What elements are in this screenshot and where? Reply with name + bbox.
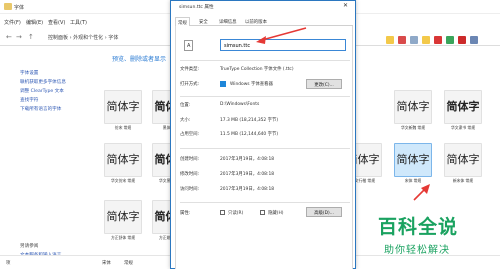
sidebar-item-get-font-info[interactable]: 联机获取更多字体信息 [20, 79, 66, 85]
tab-details[interactable]: 详细信息 [219, 19, 237, 25]
close-red-icon[interactable] [458, 36, 466, 44]
sidebar-item-download-fonts[interactable]: 下载所有语言的字体 [20, 106, 61, 112]
check-icon[interactable] [446, 36, 454, 44]
font-tile[interactable]: 简体字 华文新魏 常规 [394, 90, 432, 132]
font-sample: 简体字 [106, 100, 140, 113]
label-opens-with: 打开方式: [180, 82, 200, 87]
font-caption: 华文仿宋 常规 [111, 178, 135, 183]
font-tile[interactable]: 简体字 新宋体 常规 [444, 143, 482, 185]
divider [180, 96, 350, 97]
watermark-title: 百科全说 [378, 216, 459, 238]
font-sample: 简体字 [106, 153, 140, 166]
font-caption: 宋体 常规 [404, 178, 422, 183]
up-arrow-icon[interactable]: ↑ [28, 33, 34, 41]
label-accessed: 访问时间: [180, 187, 200, 192]
font-file-icon [184, 40, 193, 51]
label-size-on-disk: 占用空间: [180, 132, 200, 137]
advanced-button[interactable]: 高级(D)... [306, 207, 342, 217]
delete-icon[interactable] [434, 36, 442, 44]
paste-icon[interactable] [422, 36, 430, 44]
readonly-checkbox[interactable] [220, 210, 225, 215]
value-location: D:\Windows\Fonts [220, 102, 260, 107]
font-tile[interactable]: 简体字 仿宋 常规 [104, 90, 142, 132]
font-tile[interactable]: 简体字 方正舒体 常规 [104, 200, 142, 242]
font-caption: 华文隶书 常规 [451, 125, 475, 130]
font-sample: 简体字 [396, 100, 430, 113]
status-count: 项 [6, 261, 11, 266]
explorer-title: 字体 [14, 5, 25, 11]
value-accessed: 2017年3月19日，4:08:18 [220, 187, 275, 192]
menu-view[interactable]: 查看(V) [48, 19, 65, 26]
forward-arrow-icon[interactable]: → [16, 33, 22, 41]
divider [180, 60, 350, 61]
folder-icon [4, 3, 12, 10]
label-file-type: 文件类型: [180, 67, 200, 72]
menu-tools[interactable]: 工具(T) [70, 19, 87, 26]
change-button[interactable]: 更改(C)... [306, 79, 342, 89]
readonly-label: 只读(R) [228, 211, 244, 216]
windows-icon [220, 81, 226, 87]
font-sample: 简体字 [106, 210, 140, 223]
sidebar-item-cleartype[interactable]: 调整 ClearType 文本 [20, 88, 64, 94]
dialog-title: simsun.ttc 属性 [179, 5, 214, 10]
font-tile-selected[interactable]: 简体字 宋体 常规 [394, 143, 432, 185]
breadcrumb[interactable]: 控制面板 › 外观和个性化 › 字体 [48, 34, 118, 41]
label-modified: 修改时间: [180, 172, 200, 177]
font-tile[interactable]: 简体字 华文隶书 常规 [444, 90, 482, 132]
divider [180, 202, 350, 203]
status-font-style: 常规 [124, 261, 133, 266]
tab-previous-versions[interactable]: 以前的版本 [245, 19, 267, 25]
font-sample: 简体字 [396, 153, 430, 166]
sidebar-item-find-character[interactable]: 查找字符 [20, 97, 38, 103]
value-size-on-disk: 11.5 MB (12,144,640 字节) [220, 132, 279, 137]
label-created: 创建时间: [180, 157, 200, 162]
font-sample: 简体字 [446, 100, 480, 113]
label-location: 位置: [180, 103, 191, 108]
value-created: 2017年3月19日，4:08:18 [220, 157, 275, 162]
dialog-tabs: 常规 安全 详细信息 以前的版本 [175, 17, 353, 27]
font-tile[interactable]: 简体字 华文仿宋 常规 [104, 143, 142, 185]
cut-icon[interactable] [398, 36, 406, 44]
value-opens-with: Windows 字体查看器 [230, 82, 273, 87]
value-size: 17.3 MB (18,214,352 字节) [220, 118, 279, 123]
copy-icon[interactable] [410, 36, 418, 44]
status-font-name: 宋体 [102, 261, 111, 266]
back-arrow-icon[interactable]: ← [6, 33, 12, 41]
page-heading: 预览、删除或者显示 [112, 56, 167, 63]
font-caption: 仿宋 常规 [114, 125, 132, 130]
tab-security[interactable]: 安全 [199, 19, 208, 25]
dialog-body: simsun.ttc 文件类型: TrueType Collection 字体文… [175, 26, 353, 269]
hidden-label: 隐藏(H) [268, 211, 284, 216]
properties-dialog: simsun.ttc 属性 ✕ 常规 安全 详细信息 以前的版本 simsun.… [170, 0, 356, 269]
filename-input[interactable]: simsun.ttc [220, 39, 346, 51]
properties-icon[interactable] [470, 36, 478, 44]
label-attributes: 属性: [180, 211, 191, 216]
font-caption: 华文新魏 常规 [401, 125, 425, 130]
folder-tool-icon[interactable] [386, 36, 394, 44]
menu-file[interactable]: 文件(F) [4, 19, 21, 26]
hidden-checkbox[interactable] [260, 210, 265, 215]
value-modified: 2017年3月19日，4:08:18 [220, 172, 275, 177]
label-size: 大小: [180, 118, 191, 123]
sidebar-item-font-settings[interactable]: 字体设置 [20, 70, 38, 76]
sidebar: 字体设置 联机获取更多字体信息 调整 ClearType 文本 查找字符 下载所… [0, 60, 88, 269]
dialog-titlebar: simsun.ttc 属性 ✕ [171, 1, 355, 12]
value-file-type: TrueType Collection 字体文件 (.ttc) [220, 67, 294, 72]
font-sample: 简体字 [446, 153, 480, 166]
watermark-subtitle: 助你轻松解决 [384, 245, 450, 256]
divider [180, 148, 350, 149]
menu-edit[interactable]: 编辑(E) [26, 19, 43, 26]
font-caption: 方正舒体 常规 [111, 235, 135, 240]
font-caption: 新宋体 常规 [452, 178, 474, 183]
see-also-heading: 另请参阅 [20, 244, 39, 249]
close-icon[interactable]: ✕ [343, 2, 348, 9]
